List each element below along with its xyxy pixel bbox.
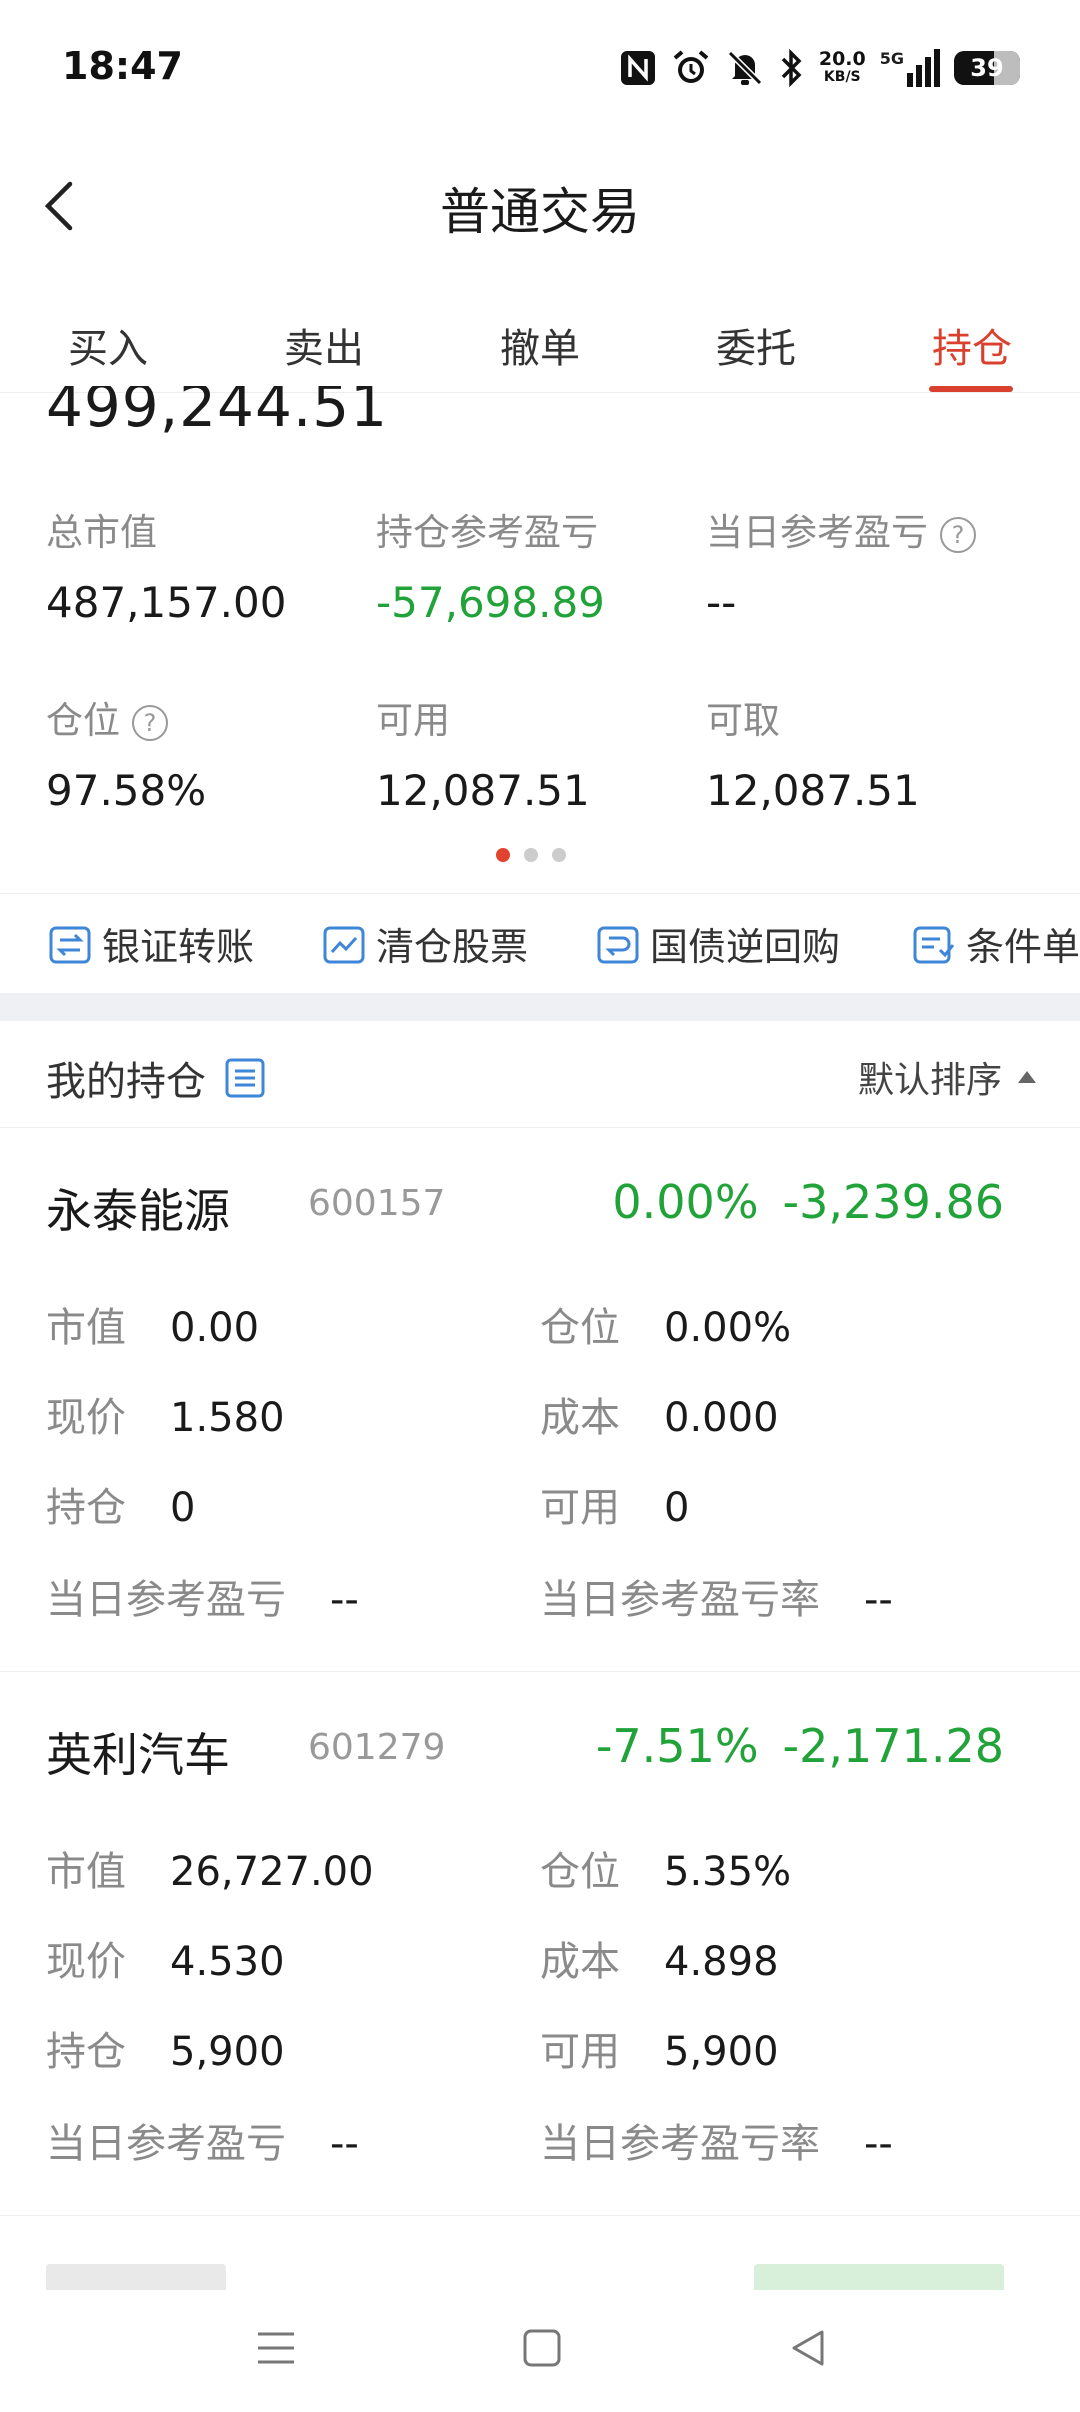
holding-card-partial[interactable] [0, 2250, 1080, 2290]
page-dot-2 [524, 848, 538, 862]
stock-pnl-percent: -7.51% [595, 1719, 759, 1773]
today-pnl-row: 当日参考盈亏 -- [46, 2121, 359, 2167]
clear-stock-button[interactable]: 清仓股票 [322, 916, 528, 971]
stock-pnl-percent: 0.00% [612, 1175, 759, 1229]
today-pnl-row: 当日参考盈亏 -- [46, 1577, 359, 1623]
position-pnl-value: -57,698.89 [376, 578, 605, 627]
repo-icon [597, 926, 639, 963]
chart-clear-icon [323, 926, 365, 963]
tab-cancel-order[interactable]: 撤单 [432, 316, 648, 374]
available-row: 可用 5,900 [540, 2029, 779, 2075]
page-title: 普通交易 [440, 183, 640, 241]
available-label: 可用 [376, 699, 450, 742]
available-row: 可用 0 [540, 1485, 690, 1531]
reverse-repo-button[interactable]: 国债逆回购 [596, 916, 840, 971]
back-nav-icon[interactable] [786, 2326, 830, 2370]
tab-buy[interactable]: 买入 [0, 316, 216, 374]
menu-icon[interactable] [254, 2326, 298, 2370]
battery-icon: 39 [954, 51, 1020, 85]
today-pnl-rate-row: 当日参考盈亏率 -- [540, 1577, 893, 1623]
stock-pnl-amount: -2,171.28 [782, 1719, 1004, 1773]
condition-order-button[interactable]: 条件单 [912, 916, 1080, 971]
list-icon[interactable] [224, 1057, 266, 1099]
page-indicator[interactable] [496, 848, 566, 862]
help-icon[interactable]: ? [132, 704, 168, 741]
status-bar: 18:47 20.0 KB/S 5G 39 [0, 0, 1080, 140]
condition-order-icon [913, 926, 955, 963]
stock-code: 600157 [308, 1183, 446, 1224]
tab-orders[interactable]: 委托 [648, 316, 864, 374]
sort-label: 默认排序 [857, 1060, 1002, 1101]
transfer-icon [49, 926, 91, 963]
stock-pnl-cut [754, 2264, 1004, 2290]
bank-transfer-button[interactable]: 银证转账 [48, 916, 254, 971]
market-value-row: 市值 0.00 [46, 1305, 260, 1351]
stock-pnl-amount: -3,239.86 [782, 1175, 1004, 1229]
signal-icon: 5G [880, 49, 940, 87]
position-row: 仓位 5.35% [540, 1849, 792, 1895]
stock-pnl: 0.00% -3,239.86 [612, 1175, 1004, 1229]
page-dot-1 [496, 848, 510, 862]
sort-arrow-icon [1018, 1071, 1036, 1083]
alarm-icon [673, 50, 709, 83]
price-row: 现价 1.580 [46, 1395, 285, 1441]
home-icon[interactable] [520, 2326, 564, 2370]
holding-card[interactable]: 永泰能源 600157 0.00% -3,239.86 市值 0.00 仓位 0.00… [0, 1127, 1080, 1672]
price-row: 现价 4.530 [46, 1939, 285, 1985]
quick-actions-bar: 银证转账 清仓股票 国债逆回购 条件单 [0, 893, 1080, 994]
status-time: 18:47 [62, 44, 183, 88]
cost-row: 成本 0.000 [540, 1395, 779, 1441]
available-value: 12,087.51 [376, 766, 590, 815]
page-dot-3 [552, 848, 566, 862]
stock-name: 英利汽车 [46, 1728, 230, 1782]
cost-row: 成本 4.898 [540, 1939, 779, 1985]
stock-code: 601279 [308, 1727, 446, 1768]
position-ratio-value: 97.58% [46, 766, 207, 815]
mute-icon [727, 50, 762, 86]
today-pnl-rate-row: 当日参考盈亏率 -- [540, 2121, 893, 2167]
nfc-icon [620, 51, 655, 85]
status-icons: 20.0 KB/S 5G 39 [619, 46, 1020, 90]
holdings-title: 我的持仓 [46, 1059, 206, 1105]
stock-pnl: -7.51% -2,171.28 [596, 1719, 1004, 1773]
help-icon[interactable]: ? [940, 516, 976, 553]
position-row: 仓位 0.00% [540, 1305, 792, 1351]
holding-row: 持仓 5,900 [46, 2029, 285, 2075]
tab-sell[interactable]: 卖出 [216, 316, 432, 374]
position-pnl-label: 持仓参考盈亏 [376, 511, 598, 554]
market-value-row: 市值 26,727.00 [46, 1849, 374, 1895]
stock-name: 永泰能源 [46, 1184, 230, 1238]
today-pnl-label: 当日参考盈亏 [706, 511, 928, 554]
holding-card[interactable]: 英利汽车 601279 -7.51% -2,171.28 市值 26,727.00 … [0, 1671, 1080, 2216]
bluetooth-icon [781, 48, 802, 88]
position-ratio-label: 仓位 [46, 699, 120, 742]
today-pnl-label-wrap: 当日参考盈亏? [706, 502, 976, 556]
system-nav-bar [0, 2290, 1080, 2412]
trade-tabs: 买入 卖出 撤单 委托 持仓 [0, 300, 1080, 393]
withdrawable-value: 12,087.51 [706, 766, 920, 815]
today-pnl-value: -- [706, 578, 737, 627]
total-market-value: 487,157.00 [46, 578, 287, 627]
active-tab-indicator [929, 386, 1013, 392]
sort-button[interactable]: 默认排序 [858, 1051, 1036, 1103]
total-market-value-label: 总市值 [46, 511, 157, 554]
holdings-header: 我的持仓 默认排序 [0, 1021, 1080, 1128]
section-divider [0, 993, 1080, 1021]
holding-row: 持仓 0 [46, 1485, 196, 1531]
net-speed: 20.0 KB/S [818, 48, 866, 86]
withdrawable-label: 可取 [706, 699, 780, 742]
tab-positions[interactable]: 持仓 [864, 316, 1080, 374]
holdings-title-wrap: 我的持仓 [46, 1049, 266, 1107]
stock-name-cut [46, 2264, 226, 2290]
position-ratio-label-wrap: 仓位? [46, 690, 168, 744]
